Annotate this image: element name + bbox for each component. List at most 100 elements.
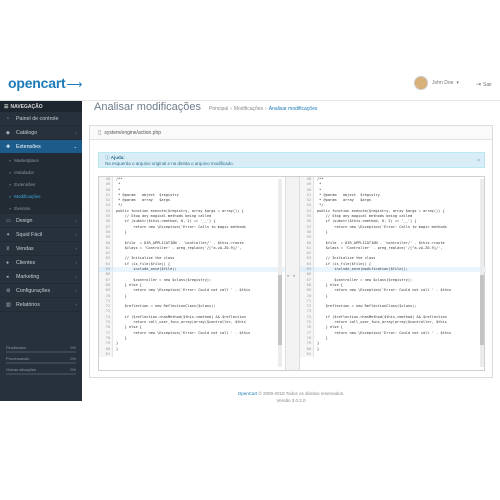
left-scrollbar[interactable] <box>278 179 282 367</box>
share-icon: ◂ <box>6 273 9 280</box>
code-text: * @param array $args <box>317 198 372 203</box>
stat-label: Outras situações <box>6 367 37 372</box>
code-text: include_once(modification($file)); <box>317 267 408 272</box>
code-text: /** <box>317 177 324 181</box>
sidebar-item-label: Extensões <box>16 143 41 150</box>
left-scrollbar-thumb[interactable] <box>278 275 282 345</box>
merge-right-arrow[interactable]: » <box>293 273 295 278</box>
chevron-right-icon: › <box>75 302 77 307</box>
code-text: } else { <box>116 282 142 287</box>
sidebar-item-label: Design <box>16 217 33 224</box>
line-number: 81 <box>300 351 314 358</box>
code-text: * @param array $args <box>116 198 171 203</box>
breadcrumb-home[interactable]: Principal <box>209 106 228 112</box>
sidebar-item-extensions[interactable]: ✚ Extensões ⌄ <box>0 140 82 154</box>
sidebar-item-label: Marketing <box>16 273 40 280</box>
panel-heading: ▯ system/engine/action.php <box>90 126 492 140</box>
sidebar-item-settings[interactable]: ⚙ Configurações › <box>0 284 82 298</box>
sidebar-item-dashboard[interactable]: ◔ Painel de controle <box>0 112 82 126</box>
sidebar-item-label: Configurações <box>16 287 51 294</box>
sidebar-item-squid[interactable]: ✦ Squid Fácil › <box>0 228 82 242</box>
code-text: $reflection = new ReflectionClass($class… <box>317 304 417 309</box>
progress-bar <box>6 362 76 364</box>
sidebar-subitem-extensions[interactable]: » Extensões <box>0 178 82 190</box>
footer: OpenCart © 2009-2018 Todos os direitos r… <box>82 390 500 404</box>
angle-right-icon: » <box>9 157 12 163</box>
code-text: if (is_file($file)) { <box>116 261 171 266</box>
code-text: $controller = new $class($registry); <box>317 277 413 282</box>
sidebar-item-design[interactable]: ▭ Design › <box>0 214 82 228</box>
code-text: */ <box>317 203 324 208</box>
sidebar-subitem-modifications[interactable]: » Modificações <box>0 190 82 202</box>
code-text: } else { <box>317 325 343 330</box>
angle-right-icon: » <box>9 169 12 175</box>
code-text: include_once($file); <box>116 267 177 272</box>
close-icon[interactable]: × <box>477 158 480 164</box>
merge-gap: « » <box>285 177 300 370</box>
chevron-right-icon: › <box>75 260 77 265</box>
code-text: } <box>116 229 127 234</box>
opencart-logo[interactable]: opencart⟶ <box>8 75 82 91</box>
sidebar-item-sales[interactable]: ⊻ Vendas › <box>0 242 82 256</box>
footer-copyright: © 2009-2018 Todos os direitos reservados… <box>258 391 345 396</box>
merge-left-arrow[interactable]: « <box>287 273 289 278</box>
original-code-pane[interactable]: 48/** 49 * 50 * 51 * @param object $registr… <box>99 177 285 370</box>
code-text: if ($reflection->hasMethod($this->method… <box>116 314 246 319</box>
chevron-right-icon: › <box>75 288 77 293</box>
sidebar-subitem-label: Instalador <box>14 169 34 175</box>
breadcrumb-current[interactable]: Analisar modificações <box>269 106 318 112</box>
squid-icon: ✦ <box>6 231 11 238</box>
breadcrumb: Principal › Modificações › Analisar modifica… <box>209 106 317 112</box>
progress-bar <box>6 351 76 353</box>
code-text: } else { <box>317 282 343 287</box>
logout-label: Sair <box>483 81 492 88</box>
modified-code-pane[interactable]: 48/** 49 * 50 * 51 * @param object $registr… <box>300 177 486 370</box>
code-text: return call_user_func_array(array($contr… <box>317 320 447 325</box>
user-menu[interactable]: John Doe ▾ <box>414 76 459 90</box>
stat-value: 0% <box>70 367 76 372</box>
sidebar-subitem-marketplace[interactable]: » Marketplace <box>0 154 82 166</box>
sidebar-subitem-installer[interactable]: » Instalador <box>0 166 82 178</box>
sidebar-subitem-events[interactable]: » Eventos <box>0 202 82 214</box>
code-text: // Initialize the class <box>317 256 376 261</box>
code-text: } <box>317 346 320 351</box>
code-text: } <box>116 341 119 346</box>
footer-brand-link[interactable]: OpenCart <box>238 391 258 396</box>
sidebar-item-marketing[interactable]: ◂ Marketing › <box>0 270 82 284</box>
sidebar-heading-label: NAVEGAÇÃO <box>10 103 43 110</box>
sidebar-item-label: Vendas <box>16 245 34 252</box>
code-text: } <box>116 346 119 351</box>
sidebar-item-reports[interactable]: ▥ Relatórios › <box>0 298 82 312</box>
stat-processing: Processando 0% <box>0 354 82 365</box>
chevron-right-icon: › <box>75 274 77 279</box>
stat-finished: Finalizados 0% <box>0 343 82 354</box>
cart-logo-icon: ⟶ <box>66 79 83 91</box>
sidebar-heading: ☰ NAVEGAÇÃO <box>0 101 82 112</box>
code-text: return new \Exception('Error: Could not … <box>317 288 452 293</box>
stat-value: 0% <box>70 345 76 350</box>
code-text: return new \Exception('Error: Could not … <box>116 288 251 293</box>
top-header: opencart⟶ John Doe ▾ ⇥ Sair <box>0 67 500 101</box>
sidebar-item-catalog[interactable]: ◆ Catálogo › <box>0 126 82 140</box>
bar-chart-icon: ▥ <box>6 301 11 308</box>
order-stats: Finalizados 0% Processando 0% Outras sit… <box>0 343 82 376</box>
angle-right-icon: » <box>9 193 12 199</box>
code-text: * @param object $registry <box>116 192 179 197</box>
breadcrumb-modifications[interactable]: Modificações <box>234 106 263 112</box>
progress-bar <box>6 373 76 375</box>
chevron-right-icon: › <box>75 246 77 251</box>
code-text: } <box>317 293 328 298</box>
line-number: 81 <box>99 351 113 358</box>
logout-link[interactable]: ⇥ Sair <box>476 81 492 89</box>
code-text: return call_user_func_array(array($contr… <box>116 320 246 325</box>
right-scrollbar-thumb[interactable] <box>480 275 484 345</box>
code-text: } <box>317 335 328 340</box>
code-text: if (is_file($file)) { <box>317 261 372 266</box>
right-scrollbar[interactable] <box>480 179 484 367</box>
alert-text: Na esquerda o arquivo original e na dire… <box>105 161 234 166</box>
code-text: /** <box>116 177 123 181</box>
sidebar-subitem-label: Marketplace <box>14 157 39 163</box>
sidebar-item-customers[interactable]: ● Clientes › <box>0 256 82 270</box>
code-text: $file = DIR_APPLICATION . 'controller/' … <box>317 240 445 245</box>
code-text: } <box>116 293 127 298</box>
